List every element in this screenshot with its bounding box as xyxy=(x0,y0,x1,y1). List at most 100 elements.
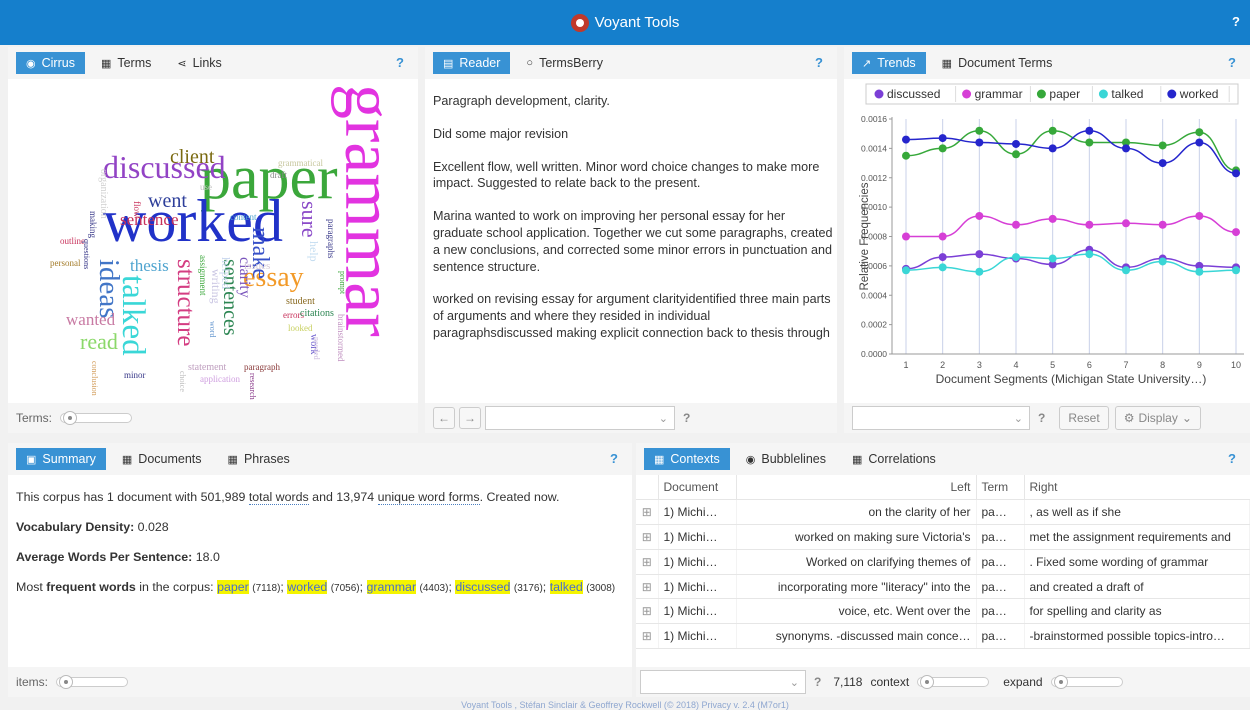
cloud-word[interactable]: paragraphs xyxy=(326,219,336,258)
terms-slider-knob[interactable] xyxy=(63,411,77,425)
cloud-word[interactable]: questions xyxy=(82,239,91,269)
column-right[interactable]: Right xyxy=(1024,475,1250,501)
tab-cirrus[interactable]: ◉ Cirrus xyxy=(16,52,85,74)
context-slider[interactable] xyxy=(917,675,990,689)
expand-icon[interactable]: ⊞ xyxy=(636,549,659,575)
summary-help-button[interactable]: ? xyxy=(610,451,618,466)
cloud-word[interactable]: prompt xyxy=(338,271,347,294)
tab-trends[interactable]: ↗ Trends xyxy=(852,52,926,74)
trends-chart[interactable]: discussed grammar paper talked worked 0.0000 0… xyxy=(844,79,1250,403)
reader-small-help[interactable]: ? xyxy=(683,411,690,425)
cloud-word[interactable]: use xyxy=(200,183,212,192)
cloud-word[interactable]: conclusion xyxy=(90,361,99,396)
cloud-word[interactable]: minor xyxy=(124,371,146,380)
column-document[interactable]: Document xyxy=(658,475,737,501)
tab-reader[interactable]: ▤ Reader xyxy=(433,52,511,74)
table-row[interactable]: ⊞ 1) Michi… Worked on clarifying themes of… xyxy=(636,549,1250,575)
reader-help-button[interactable]: ? xyxy=(815,55,823,70)
column-term[interactable]: Term xyxy=(976,475,1025,501)
unique-forms-link[interactable]: unique word forms xyxy=(377,490,480,505)
cloud-word[interactable]: draft xyxy=(270,171,287,180)
contexts-search-combo[interactable]: ⌄ xyxy=(640,670,806,694)
trends-search-combo[interactable]: ⌄ xyxy=(852,406,1030,430)
frequent-word-link[interactable]: worked xyxy=(287,580,328,594)
items-slider-knob[interactable] xyxy=(59,675,74,689)
cloud-word[interactable]: brainstormed xyxy=(336,314,346,362)
table-row[interactable]: ⊞ 1) Michi… synonyms. -discussed main conc… xyxy=(636,623,1250,650)
table-row[interactable]: ⊞ 1) Michi… worked on making sure Victoria… xyxy=(636,524,1250,550)
cloud-word[interactable]: statement xyxy=(188,363,226,373)
expand-icon[interactable]: ⊞ xyxy=(636,598,659,625)
cloud-word[interactable]: personal xyxy=(50,259,81,268)
cloud-word[interactable]: organization xyxy=(98,169,109,219)
cloud-word[interactable]: student xyxy=(286,297,315,307)
cloud-word[interactable]: issues xyxy=(244,261,270,272)
tab-contexts[interactable]: ▦ Contexts xyxy=(644,448,730,470)
tab-bubblelines[interactable]: ◉ Bubblelines xyxy=(736,448,836,470)
cloud-word[interactable]: helped xyxy=(219,257,233,289)
cloud-word[interactable]: sentence xyxy=(120,211,179,228)
cloud-word[interactable]: content xyxy=(230,213,257,222)
contexts-small-help[interactable]: ? xyxy=(814,675,821,689)
reset-button[interactable]: Reset xyxy=(1059,406,1109,430)
trends-help-button[interactable]: ? xyxy=(1228,55,1236,70)
next-arrow-icon[interactable]: → xyxy=(459,407,481,429)
cloud-word[interactable]: thesis xyxy=(130,257,169,274)
cloud-word[interactable]: grammar xyxy=(330,84,407,337)
cloud-word[interactable]: paragraph xyxy=(244,363,280,372)
display-button[interactable]: ⚙ Display ⌄ xyxy=(1114,406,1201,430)
cirrus-help-button[interactable]: ? xyxy=(396,55,404,70)
cloud-word[interactable]: grammatical xyxy=(278,159,323,168)
expand-icon[interactable]: ⊞ xyxy=(636,524,659,550)
frequent-word-link[interactable]: grammar xyxy=(366,580,417,594)
table-row[interactable]: ⊞ 1) Michi… on the clarity of her pa…, as w… xyxy=(636,499,1250,526)
footer-credits[interactable]: Voyant Tools , Stéfan Sinclair & Geoffre… xyxy=(0,701,1250,710)
app-help-button[interactable]: ? xyxy=(1232,14,1240,29)
cloud-word[interactable]: citations xyxy=(300,309,334,319)
cloud-word[interactable]: needed xyxy=(312,337,321,360)
expand-slider-knob[interactable] xyxy=(1053,675,1068,689)
cloud-word[interactable]: flow xyxy=(132,201,142,218)
expand-icon[interactable]: ⊞ xyxy=(636,574,659,600)
expand-icon[interactable]: ⊞ xyxy=(636,499,659,526)
tab-summary[interactable]: ▣ Summary xyxy=(16,448,106,470)
cloud-word[interactable]: wanted xyxy=(66,311,115,328)
table-row[interactable]: ⊞ 1) Michi… voice, etc. Went over the pa… fo… xyxy=(636,598,1250,625)
cloud-word[interactable]: word xyxy=(208,321,217,337)
tab-correlations[interactable]: ▦ Correlations xyxy=(842,448,946,470)
column-left[interactable]: Left xyxy=(736,475,977,501)
expand-icon[interactable]: ⊞ xyxy=(636,623,659,650)
expand-slider[interactable] xyxy=(1050,675,1123,689)
prev-arrow-icon[interactable]: ← xyxy=(433,407,455,429)
tab-document-terms[interactable]: ▦ Document Terms xyxy=(932,52,1063,74)
cloud-word[interactable]: making xyxy=(88,211,98,238)
cloud-word[interactable]: help xyxy=(307,241,321,262)
cloud-word[interactable]: read xyxy=(80,331,118,353)
cloud-word[interactable]: looked xyxy=(288,324,313,333)
items-slider[interactable] xyxy=(56,675,129,689)
cloud-word[interactable]: research xyxy=(248,373,257,400)
total-words-link[interactable]: total words xyxy=(248,490,309,505)
cloud-word[interactable]: went xyxy=(148,191,187,211)
frequent-word-link[interactable]: discussed xyxy=(455,580,511,594)
cloud-word[interactable]: application xyxy=(200,375,240,384)
tab-documents[interactable]: ▦ Documents xyxy=(112,448,212,470)
table-row[interactable]: ⊞ 1) Michi… incorporating more "literacy" … xyxy=(636,574,1250,600)
frequent-word-link[interactable]: talked xyxy=(549,580,583,594)
contexts-help-button[interactable]: ? xyxy=(1228,451,1236,466)
cloud-word[interactable]: assignment xyxy=(198,255,208,296)
tab-terms[interactable]: ▦ Terms xyxy=(91,52,161,74)
frequent-word-link[interactable]: paper xyxy=(217,580,249,594)
cloud-word[interactable]: choice xyxy=(178,371,187,392)
cloud-word[interactable]: structure xyxy=(172,259,199,346)
tab-links[interactable]: ⋖ Links xyxy=(167,52,231,74)
context-slider-knob[interactable] xyxy=(920,675,935,689)
cloud-word[interactable]: client xyxy=(170,147,214,167)
trends-small-help[interactable]: ? xyxy=(1038,411,1045,425)
terms-slider[interactable] xyxy=(60,411,132,425)
tab-termsberry[interactable]: ○ TermsBerry xyxy=(516,52,613,74)
reader-search-combo[interactable]: ⌄ xyxy=(485,406,675,430)
tab-phrases[interactable]: ▦ Phrases xyxy=(218,448,300,470)
cloud-word[interactable]: sure xyxy=(297,201,322,238)
word-cloud[interactable]: grammar paper worked discussed talked ideas es… xyxy=(8,79,418,409)
